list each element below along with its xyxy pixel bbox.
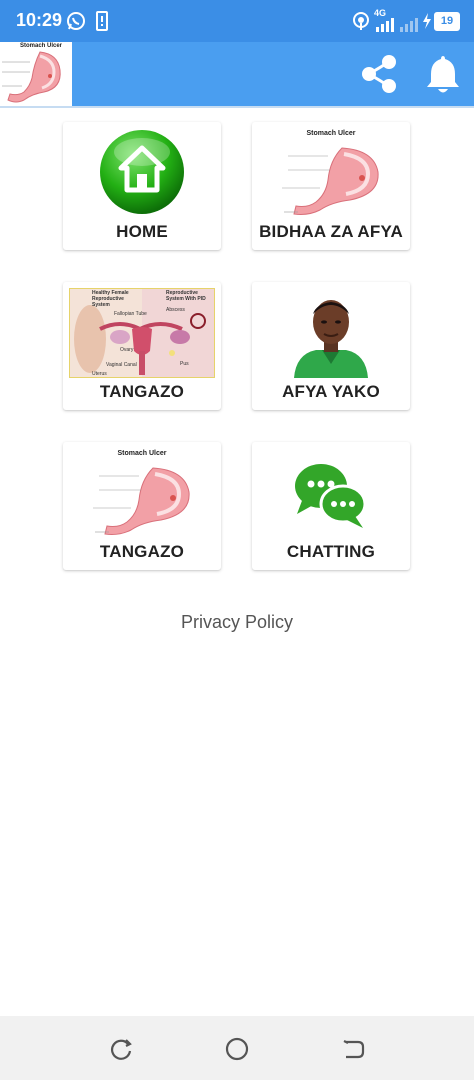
status-time: 10:29 xyxy=(16,10,63,30)
stomach-ulcer-illustration: Stomach Ulcer xyxy=(258,128,404,218)
person-photo xyxy=(258,288,404,378)
tile-label: HOME xyxy=(116,222,168,241)
image-label: Vaginal Canal xyxy=(106,362,137,368)
home-icon xyxy=(100,130,184,214)
image-title: Stomach Ulcer xyxy=(306,130,356,137)
back-icon[interactable] xyxy=(338,1034,368,1064)
notifications-button[interactable] xyxy=(420,50,466,98)
network-type: 4G xyxy=(374,8,387,18)
tile-label: AFYA YAKO xyxy=(282,382,380,401)
image-label: Ovary xyxy=(120,347,134,353)
chat-bubbles-icon xyxy=(295,464,367,528)
stomach-ulcer-illustration: Stomach Ulcer xyxy=(69,448,215,538)
reproductive-system-illustration: Healthy Female Reproductive System Repro… xyxy=(69,288,215,378)
bell-icon xyxy=(427,56,459,93)
status-bar: 10:29 4G 19 xyxy=(0,0,474,42)
battery-icon: 19 xyxy=(434,12,460,31)
image-title-left: Healthy Female Reproductive System xyxy=(92,290,129,308)
tile-chatting[interactable]: CHATTING xyxy=(252,442,410,570)
image-title: Stomach Ulcer xyxy=(117,450,167,457)
hotspot-icon xyxy=(353,12,369,30)
tile-tangazo[interactable]: Stomach Ulcer TANGAZO xyxy=(63,442,221,570)
share-button[interactable] xyxy=(356,50,402,98)
tile-label: BIDHAA ZA AFYA xyxy=(259,222,403,241)
tile-image xyxy=(69,128,215,218)
image-label: Pus xyxy=(180,361,189,367)
sim-alert-icon xyxy=(96,11,108,31)
logo-title: Stomach Ulcer xyxy=(20,43,63,49)
home-circle-icon[interactable] xyxy=(222,1034,252,1064)
image-label: Abscess xyxy=(166,307,185,313)
image-label: Fallopian Tube xyxy=(114,311,147,317)
tile-afya-yako[interactable]: AFYA YAKO xyxy=(252,282,410,410)
image-title-right: Reproductive System With PID xyxy=(166,290,206,302)
tile-label: TANGAZO xyxy=(99,542,185,561)
stomach-ulcer-logo[interactable]: Stomach Ulcer xyxy=(0,42,72,106)
tile-label: CHATTING xyxy=(286,542,376,561)
whatsapp-icon xyxy=(67,12,85,30)
app-bar: Stomach Ulcer xyxy=(0,42,474,108)
tile-tangazo[interactable]: Healthy Female Reproductive System Repro… xyxy=(63,282,221,410)
signal-icon xyxy=(376,18,418,32)
navigation-bar xyxy=(0,1016,474,1080)
charging-icon xyxy=(423,13,431,29)
image-label: Uterus xyxy=(92,371,107,377)
privacy-policy-link[interactable]: Privacy Policy xyxy=(0,612,474,633)
recent-apps-icon[interactable] xyxy=(106,1034,136,1064)
tile-home[interactable]: HOME xyxy=(63,122,221,250)
tile-bidhaa-za-afya[interactable]: Stomach Ulcer BIDHAA ZA AFYA xyxy=(252,122,410,250)
tile-label: TANGAZO xyxy=(99,382,185,401)
share-icon xyxy=(362,55,396,93)
tile-image xyxy=(258,448,404,538)
